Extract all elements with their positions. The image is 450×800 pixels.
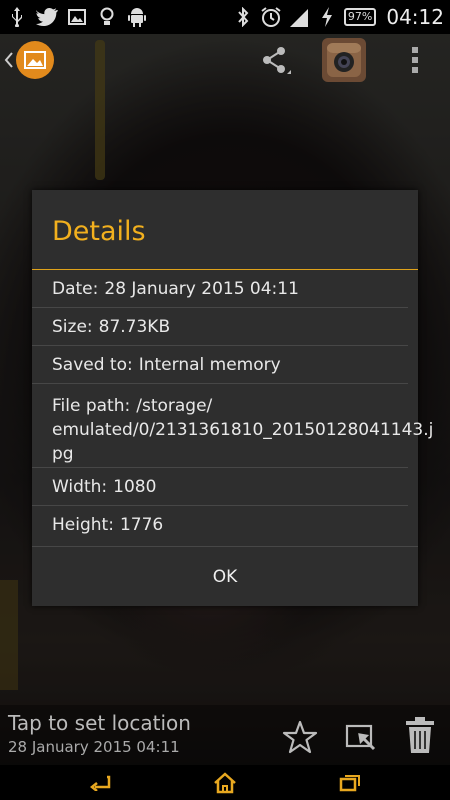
nav-home-button[interactable]	[211, 771, 239, 795]
signal-icon	[288, 6, 310, 28]
recents-icon	[339, 775, 360, 792]
saved-to-label: Saved to:	[52, 354, 133, 375]
date-label: Date:	[52, 278, 99, 299]
edit-button[interactable]	[344, 719, 380, 755]
trash-icon	[406, 717, 434, 753]
width-value: 1080	[113, 476, 157, 497]
width-label: Width:	[52, 476, 108, 497]
bulb-icon	[96, 6, 118, 28]
file-path-value-line3: pg	[52, 444, 74, 464]
nav-recents-button[interactable]	[336, 771, 364, 795]
status-clock: 04:12	[386, 5, 444, 29]
overflow-icon	[412, 47, 418, 73]
detail-row-file-path: File path:/storage/ emulated/0/213136181…	[32, 384, 433, 468]
detail-row-height: Height: 1776	[32, 506, 408, 544]
nav-back-button[interactable]	[86, 771, 114, 795]
saved-to-value: Internal memory	[138, 354, 281, 375]
share-button[interactable]	[253, 40, 297, 80]
delete-button[interactable]	[404, 717, 436, 755]
file-path-label: File path:	[52, 396, 131, 416]
detail-row-saved-to: Saved to: Internal memory	[32, 346, 408, 384]
size-label: Size:	[52, 316, 93, 337]
navigation-bar	[0, 765, 450, 800]
charging-icon	[316, 6, 338, 28]
instagram-button[interactable]	[322, 38, 366, 82]
android-icon	[126, 6, 148, 28]
height-label: Height:	[52, 515, 114, 535]
album-app-icon	[16, 41, 54, 79]
up-navigation-button[interactable]	[4, 41, 54, 79]
twitter-icon	[36, 6, 58, 28]
alarm-icon	[260, 6, 282, 28]
set-location-link[interactable]: Tap to set location	[8, 711, 191, 735]
details-dialog: Details Date: 28 January 2015 04:11 Size…	[32, 190, 433, 606]
ok-button[interactable]: OK	[32, 546, 418, 606]
instagram-icon	[327, 43, 361, 77]
image-icon	[66, 6, 88, 28]
detail-row-width: Width: 1080	[32, 468, 408, 506]
dialog-title: Details	[32, 190, 418, 270]
chevron-left-icon	[4, 52, 13, 68]
height-value: 1776	[119, 515, 164, 535]
usb-icon	[6, 6, 28, 28]
detail-row-size: Size: 87.73KB	[32, 308, 408, 346]
photo-date: 28 January 2015 04:11	[8, 738, 180, 756]
file-path-value-line2: emulated/0/2131361810_20150128041143.j	[52, 420, 434, 440]
share-icon	[263, 47, 291, 74]
edit-icon	[345, 724, 376, 751]
back-icon	[89, 775, 111, 791]
status-bar: 97% 04:12	[0, 0, 450, 34]
detail-row-date: Date: 28 January 2015 04:11	[32, 270, 408, 308]
battery-indicator: 97%	[343, 8, 377, 26]
overflow-menu-button[interactable]	[400, 40, 430, 80]
home-icon	[214, 772, 236, 794]
file-path-value-line1: /storage/	[136, 396, 213, 416]
photo-info-bar: Tap to set location 28 January 2015 04:1…	[0, 705, 450, 765]
date-value: 28 January 2015 04:11	[104, 278, 299, 299]
action-bar	[0, 34, 450, 86]
size-value: 87.73KB	[98, 316, 171, 337]
favorite-button[interactable]	[282, 719, 318, 755]
bluetooth-icon	[232, 6, 254, 28]
star-icon	[282, 720, 318, 754]
